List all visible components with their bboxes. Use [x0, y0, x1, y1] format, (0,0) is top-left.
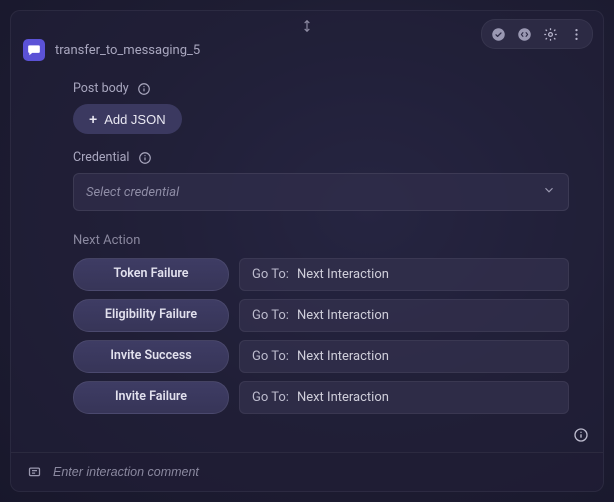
- outcome-chip[interactable]: Invite Success: [73, 340, 229, 373]
- credential-placeholder: Select credential: [86, 185, 179, 200]
- info-icon[interactable]: [137, 150, 152, 165]
- goto-select[interactable]: Go To: Next Interaction: [239, 299, 569, 332]
- goto-value: Next Interaction: [297, 390, 389, 405]
- comment-icon: [25, 463, 43, 481]
- goto-label: Go To:: [252, 267, 289, 282]
- panel-header: transfer_to_messaging_5: [11, 11, 603, 67]
- next-action-row: Invite Success Go To: Next Interaction: [73, 340, 569, 373]
- panel-body: Post body + Add JSON Credential Select c…: [11, 67, 603, 452]
- code-icon[interactable]: [513, 23, 535, 45]
- messaging-icon: [23, 39, 45, 61]
- outcome-chip[interactable]: Token Failure: [73, 258, 229, 291]
- next-action-row: Token Failure Go To: Next Interaction: [73, 258, 569, 291]
- credential-select[interactable]: Select credential: [73, 173, 569, 211]
- next-action-row: Eligibility Failure Go To: Next Interactio…: [73, 299, 569, 332]
- goto-label: Go To:: [252, 390, 289, 405]
- more-icon[interactable]: [565, 23, 587, 45]
- interaction-title: transfer_to_messaging_5: [55, 43, 200, 58]
- info-icon[interactable]: [573, 427, 589, 447]
- post-body-label: Post body: [73, 81, 129, 96]
- goto-select[interactable]: Go To: Next Interaction: [239, 381, 569, 414]
- goto-value: Next Interaction: [297, 349, 389, 364]
- chevron-down-icon: [542, 183, 556, 201]
- credential-label: Credential: [73, 150, 129, 165]
- outcome-chip[interactable]: Invite Failure: [73, 381, 229, 414]
- drag-handle-icon[interactable]: [300, 19, 314, 37]
- next-action-list: Token FailureGo To:Next InteractionEligi…: [73, 258, 569, 414]
- add-json-button[interactable]: + Add JSON: [73, 104, 182, 134]
- approve-icon[interactable]: [487, 23, 509, 45]
- post-body-label-row: Post body: [73, 81, 569, 96]
- goto-value: Next Interaction: [297, 267, 389, 282]
- goto-label: Go To:: [252, 308, 289, 323]
- goto-label: Go To:: [252, 349, 289, 364]
- header-actions: [481, 19, 593, 49]
- goto-select[interactable]: Go To: Next Interaction: [239, 258, 569, 291]
- outcome-chip[interactable]: Eligibility Failure: [73, 299, 229, 332]
- comment-bar: [11, 452, 603, 491]
- goto-value: Next Interaction: [297, 308, 389, 323]
- add-json-label: Add JSON: [104, 112, 165, 127]
- credential-label-row: Credential: [73, 150, 569, 165]
- goto-select[interactable]: Go To: Next Interaction: [239, 340, 569, 373]
- next-action-label: Next Action: [73, 233, 569, 248]
- interaction-panel: transfer_to_messaging_5 Post body: [10, 10, 604, 492]
- plus-icon: +: [89, 111, 97, 127]
- info-icon[interactable]: [137, 81, 152, 96]
- gear-icon[interactable]: [539, 23, 561, 45]
- comment-input[interactable]: [53, 465, 589, 479]
- next-action-row: Invite Failure Go To: Next Interaction: [73, 381, 569, 414]
